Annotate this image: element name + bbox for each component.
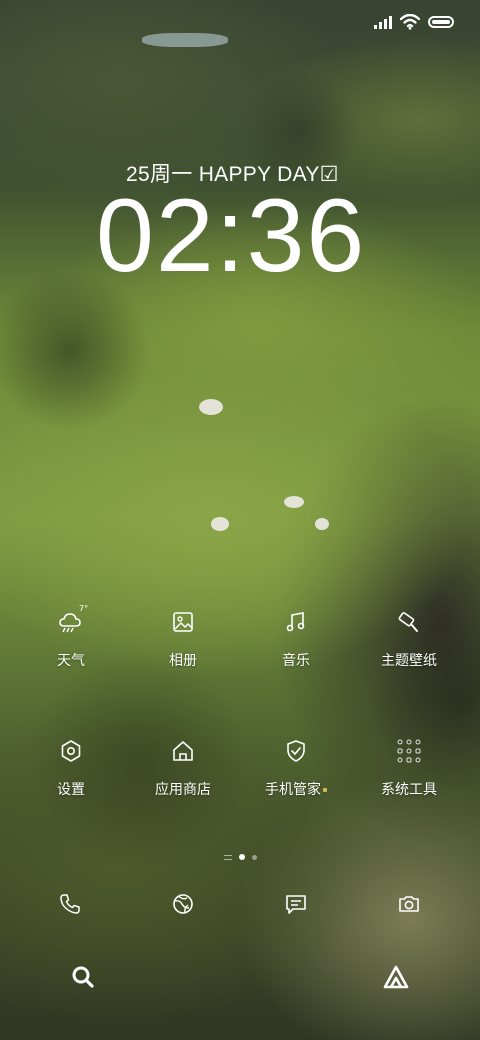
notification-badge — [323, 788, 327, 792]
app-themes[interactable]: 主题壁纸 — [354, 608, 464, 670]
wallpaper-lake — [142, 33, 228, 47]
browser-icon — [173, 894, 193, 914]
app-security[interactable]: 手机管家 — [241, 737, 351, 799]
page-indicator[interactable] — [0, 854, 480, 860]
app-label: 系统工具 — [381, 782, 437, 798]
gallery-icon — [173, 612, 193, 632]
dock-phone[interactable] — [50, 884, 90, 924]
app-store[interactable]: 应用商店 — [128, 737, 238, 799]
app-weather[interactable]: 7° 天气 — [16, 604, 126, 670]
dock-camera[interactable] — [389, 884, 429, 924]
search-button[interactable] — [66, 960, 100, 994]
signal-icon — [374, 15, 392, 29]
settings-icon — [61, 740, 81, 762]
app-store-icon — [173, 741, 193, 761]
app-label: 主题壁纸 — [381, 653, 437, 669]
dock-messages[interactable] — [276, 884, 316, 924]
app-music[interactable]: 音乐 — [241, 608, 351, 670]
battery-level — [432, 20, 450, 24]
security-icon — [287, 740, 305, 762]
app-label: 应用商店 — [155, 782, 211, 798]
assistant-icon — [383, 965, 409, 989]
app-label: 音乐 — [282, 653, 310, 669]
music-icon — [286, 612, 305, 632]
wifi-icon — [400, 14, 420, 30]
page-dot[interactable] — [251, 854, 257, 860]
app-label: 手机管家 — [241, 779, 351, 799]
app-label: 相册 — [169, 653, 197, 669]
app-label: 天气 — [57, 653, 85, 669]
wallpaper-sheep — [199, 399, 223, 415]
lockscreen-clock[interactable]: 02:36 — [96, 184, 366, 288]
system-tools-folder-icon — [397, 739, 421, 763]
assistant-button[interactable] — [379, 960, 413, 994]
phone-icon — [60, 894, 80, 914]
search-icon — [72, 966, 94, 988]
messages-icon — [286, 895, 306, 914]
themes-icon — [398, 612, 418, 632]
dock-browser[interactable] — [163, 884, 203, 924]
battery-icon — [428, 16, 454, 28]
wallpaper-sheep — [315, 518, 329, 530]
app-gallery[interactable]: 相册 — [128, 608, 238, 670]
folder-system-tools[interactable]: 系统工具 — [354, 737, 464, 799]
weather-temperature: 7° — [79, 604, 89, 613]
camera-icon — [399, 896, 419, 912]
app-label: 设置 — [57, 782, 85, 798]
wallpaper-sheep — [284, 496, 304, 508]
status-bar — [374, 14, 454, 30]
wallpaper-sheep — [211, 517, 229, 531]
page-indicator-minus-one[interactable] — [223, 854, 232, 860]
app-settings[interactable]: 设置 — [16, 737, 126, 799]
page-dot-current[interactable] — [238, 854, 245, 860]
